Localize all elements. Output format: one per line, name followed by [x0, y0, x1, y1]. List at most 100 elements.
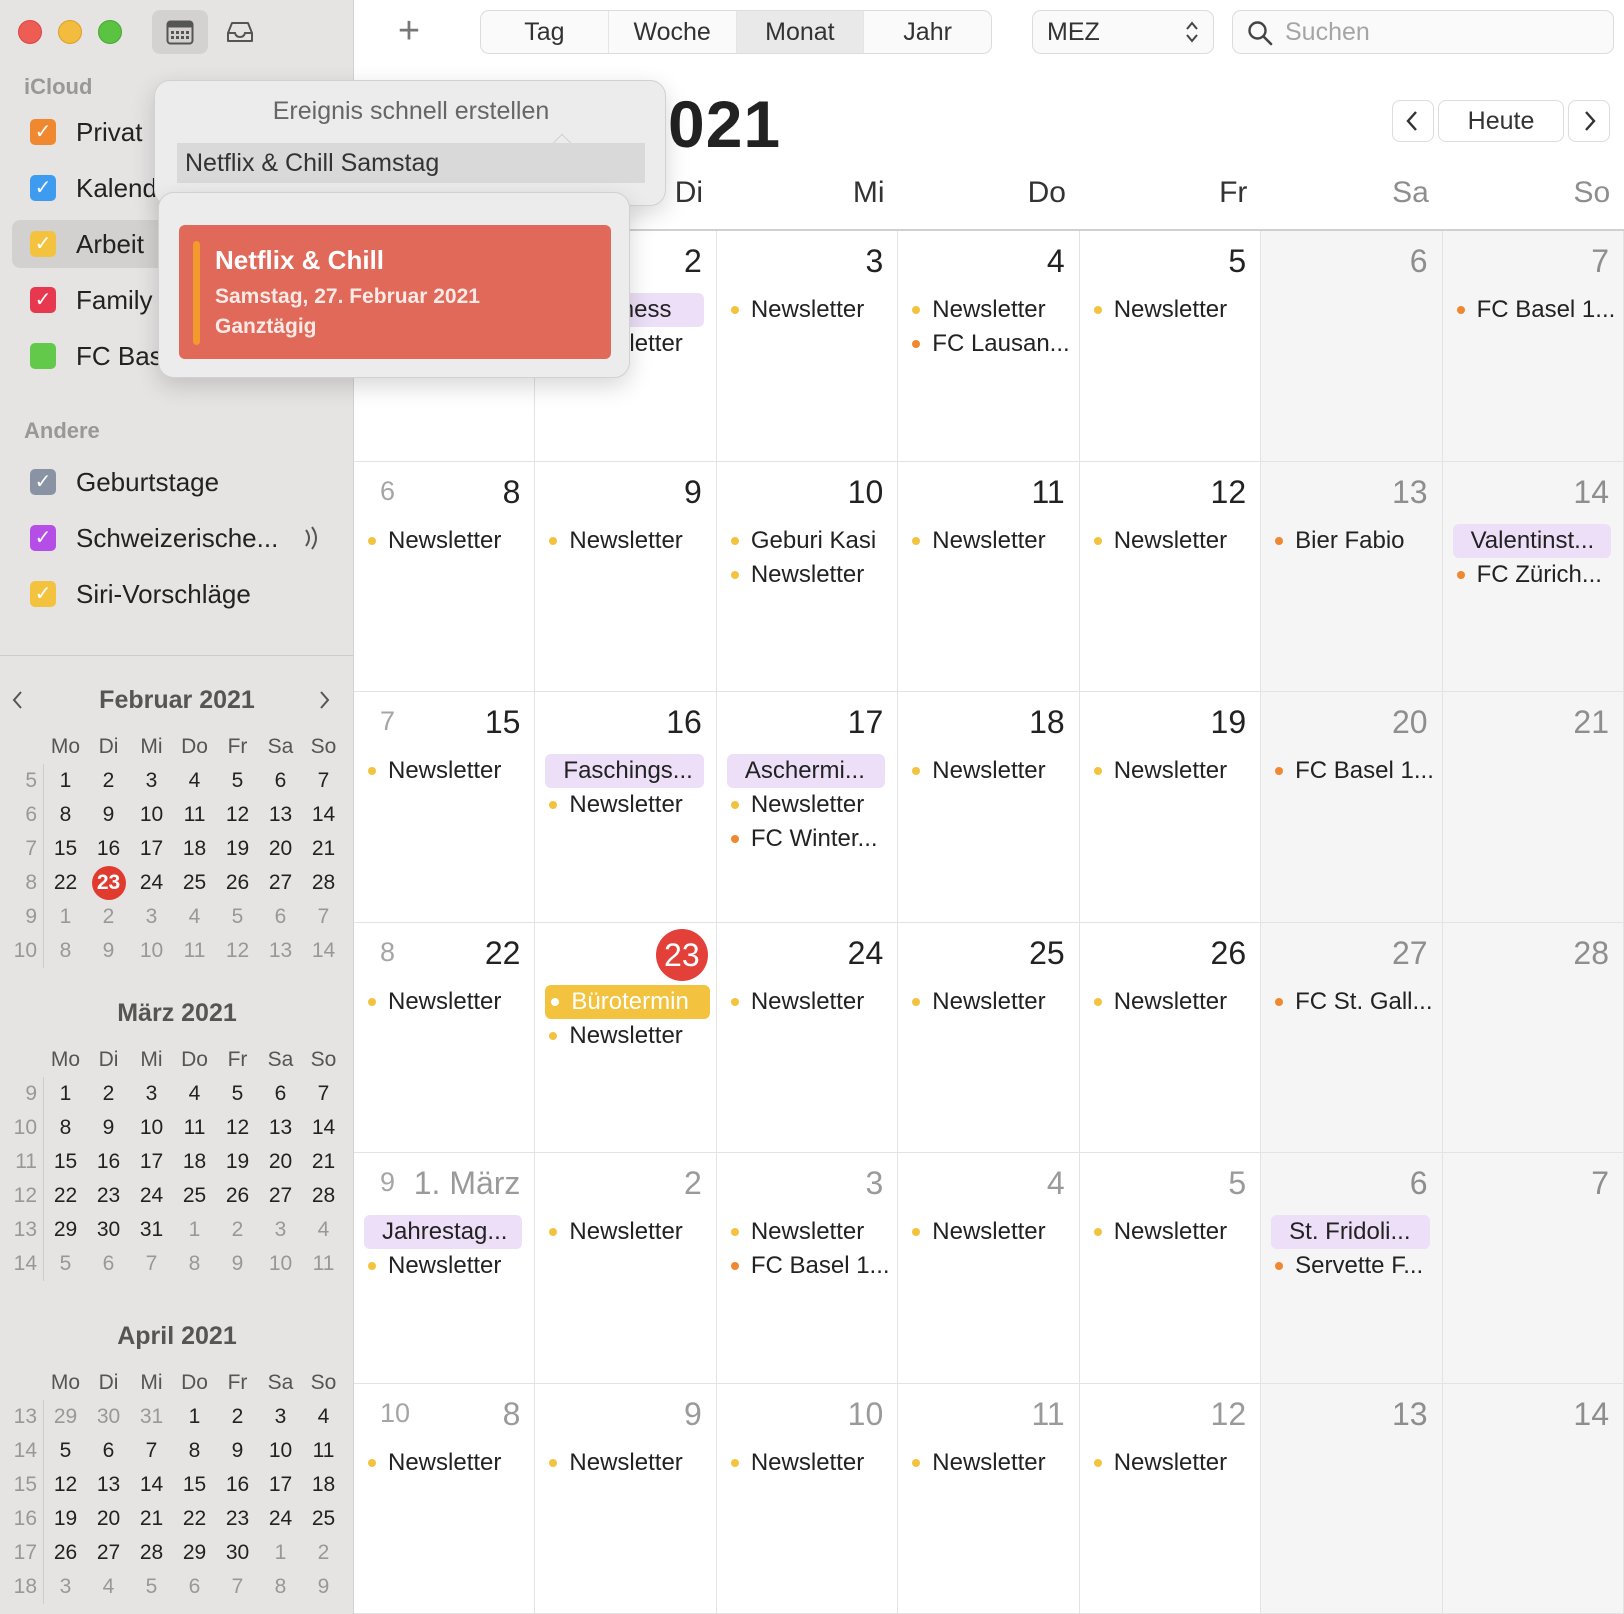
mini-day[interactable]: 7: [130, 1247, 173, 1281]
mini-day[interactable]: 19: [216, 832, 259, 866]
day-cell[interactable]: 6 St. Fridoli... Servette F...: [1261, 1153, 1443, 1384]
previous-month-button[interactable]: [1392, 100, 1434, 142]
mini-day[interactable]: 9: [302, 1570, 345, 1604]
suggested-event-card[interactable]: Netflix & Chill Samstag, 27. Februar 202…: [179, 225, 611, 359]
today-button[interactable]: Heute: [1438, 100, 1564, 142]
day-cell[interactable]: 13: [1261, 1383, 1443, 1614]
mini-day[interactable]: 22: [44, 866, 87, 900]
view-tab-1[interactable]: Woche: [609, 11, 737, 53]
mini-day[interactable]: 11: [173, 798, 216, 832]
calendar-event[interactable]: Newsletter: [906, 985, 1072, 1019]
mini-day[interactable]: 27: [259, 1179, 302, 1213]
day-cell[interactable]: 1. März 9 Jahrestag... Newsletter: [354, 1153, 536, 1384]
checkbox-checked-icon[interactable]: ✓: [30, 525, 56, 551]
mini-day[interactable]: 2: [302, 1536, 345, 1570]
mini-day[interactable]: 5: [44, 1247, 87, 1281]
mini-day[interactable]: 15: [44, 1145, 87, 1179]
calendar-event[interactable]: Newsletter: [1088, 985, 1254, 1019]
calendar-event[interactable]: Newsletter: [543, 788, 709, 822]
calendar-event[interactable]: FC Basel 1...: [1451, 293, 1617, 327]
day-cell[interactable]: 3 Newsletter: [716, 231, 899, 462]
mini-day[interactable]: 6: [259, 764, 302, 798]
mini-day[interactable]: 25: [302, 1502, 345, 1536]
day-cell[interactable]: 13 Bier Fabio: [1261, 461, 1443, 692]
mini-day[interactable]: 7: [302, 900, 345, 934]
mini-day[interactable]: 29: [44, 1400, 87, 1434]
mini-day[interactable]: 30: [87, 1213, 130, 1247]
checkbox-unchecked-icon[interactable]: [30, 343, 56, 369]
mini-day[interactable]: 10: [130, 1111, 173, 1145]
mini-day[interactable]: 29: [173, 1536, 216, 1570]
day-cell[interactable]: 9 Newsletter: [535, 461, 717, 692]
calendar-event[interactable]: Newsletter: [725, 1446, 891, 1480]
day-cell[interactable]: 24 Newsletter: [716, 922, 899, 1153]
mini-day[interactable]: 1: [44, 900, 87, 934]
calendar-event[interactable]: FC Lausan...: [906, 327, 1072, 361]
mini-day[interactable]: 9: [87, 1111, 130, 1145]
day-cell[interactable]: 3 Newsletter FC Basel 1...: [716, 1153, 899, 1384]
calendar-event[interactable]: Newsletter: [906, 1215, 1072, 1249]
mini-day[interactable]: 1: [44, 764, 87, 798]
day-cell[interactable]: 8 6 Newsletter: [354, 461, 536, 692]
timed-event[interactable]: Bürotermin: [545, 984, 710, 1019]
calendar-event[interactable]: FC Winter...: [725, 822, 891, 856]
mini-day[interactable]: 21: [302, 832, 345, 866]
calendar-event[interactable]: Geburi Kasi: [725, 524, 891, 558]
mini-day[interactable]: 17: [130, 1145, 173, 1179]
mini-day[interactable]: 4: [87, 1570, 130, 1604]
mini-day[interactable]: 27: [87, 1536, 130, 1570]
mini-day[interactable]: 1: [173, 1400, 216, 1434]
calendar-event[interactable]: Newsletter: [725, 558, 891, 592]
timezone-select[interactable]: MEZ: [1032, 10, 1214, 54]
mini-day[interactable]: 1: [173, 1213, 216, 1247]
mini-day[interactable]: 10: [259, 1434, 302, 1468]
day-cell[interactable]: 4 Newsletter FC Lausan...: [898, 231, 1080, 462]
mini-day[interactable]: 9: [216, 1247, 259, 1281]
mini-day[interactable]: 16: [87, 1145, 130, 1179]
mini-day[interactable]: 13: [259, 934, 302, 968]
mini-day[interactable]: 3: [130, 900, 173, 934]
mini-day[interactable]: 26: [44, 1536, 87, 1570]
mini-day[interactable]: 9: [87, 934, 130, 968]
mini-day[interactable]: 30: [87, 1400, 130, 1434]
mini-day[interactable]: 28: [130, 1536, 173, 1570]
calendar-event[interactable]: FC Basel 1...: [725, 1249, 891, 1283]
window-zoom-button[interactable]: [98, 20, 122, 44]
calendar-event[interactable]: Newsletter: [362, 1446, 528, 1480]
mini-day[interactable]: 4: [302, 1213, 345, 1247]
mini-day[interactable]: 29: [44, 1213, 87, 1247]
day-cell[interactable]: 14 Valentinst... FC Zürich...: [1442, 461, 1624, 692]
mini-day[interactable]: 5: [216, 1077, 259, 1111]
mini-day[interactable]: 1: [259, 1536, 302, 1570]
mini-day[interactable]: 8: [173, 1434, 216, 1468]
calendar-event[interactable]: Newsletter: [906, 1446, 1072, 1480]
mini-day[interactable]: 3: [44, 1570, 87, 1604]
mini-day[interactable]: 6: [87, 1434, 130, 1468]
mini-day[interactable]: 1: [44, 1077, 87, 1111]
calendar-event[interactable]: Newsletter: [1088, 1446, 1254, 1480]
mini-day[interactable]: 8: [44, 798, 87, 832]
mini-day[interactable]: 4: [173, 900, 216, 934]
mini-day[interactable]: 9: [87, 798, 130, 832]
calendar-event[interactable]: Newsletter: [362, 754, 528, 788]
mini-day[interactable]: 6: [173, 1570, 216, 1604]
mini-day[interactable]: 8: [173, 1247, 216, 1281]
mini-day[interactable]: 2: [216, 1400, 259, 1434]
calendar-event[interactable]: Newsletter: [906, 754, 1072, 788]
calendar-event[interactable]: Newsletter: [725, 1215, 891, 1249]
mini-day[interactable]: 13: [87, 1468, 130, 1502]
calendar-event[interactable]: FC Zürich...: [1451, 558, 1617, 592]
mini-day[interactable]: 10: [130, 798, 173, 832]
mini-next-month-button[interactable]: [316, 680, 332, 731]
mini-day[interactable]: 28: [302, 866, 345, 900]
holiday-event[interactable]: Aschermi...: [726, 754, 886, 788]
calendar-event[interactable]: FC Basel 1...: [1269, 754, 1435, 788]
mini-day[interactable]: 15: [173, 1468, 216, 1502]
checkbox-checked-icon[interactable]: ✓: [30, 469, 56, 495]
mini-day[interactable]: 5: [130, 1570, 173, 1604]
mini-day[interactable]: 23: [87, 1179, 130, 1213]
add-event-button[interactable]: +: [384, 8, 434, 54]
mini-day[interactable]: 23: [216, 1502, 259, 1536]
calendar-event[interactable]: Newsletter: [1088, 524, 1254, 558]
mini-day[interactable]: 25: [173, 866, 216, 900]
